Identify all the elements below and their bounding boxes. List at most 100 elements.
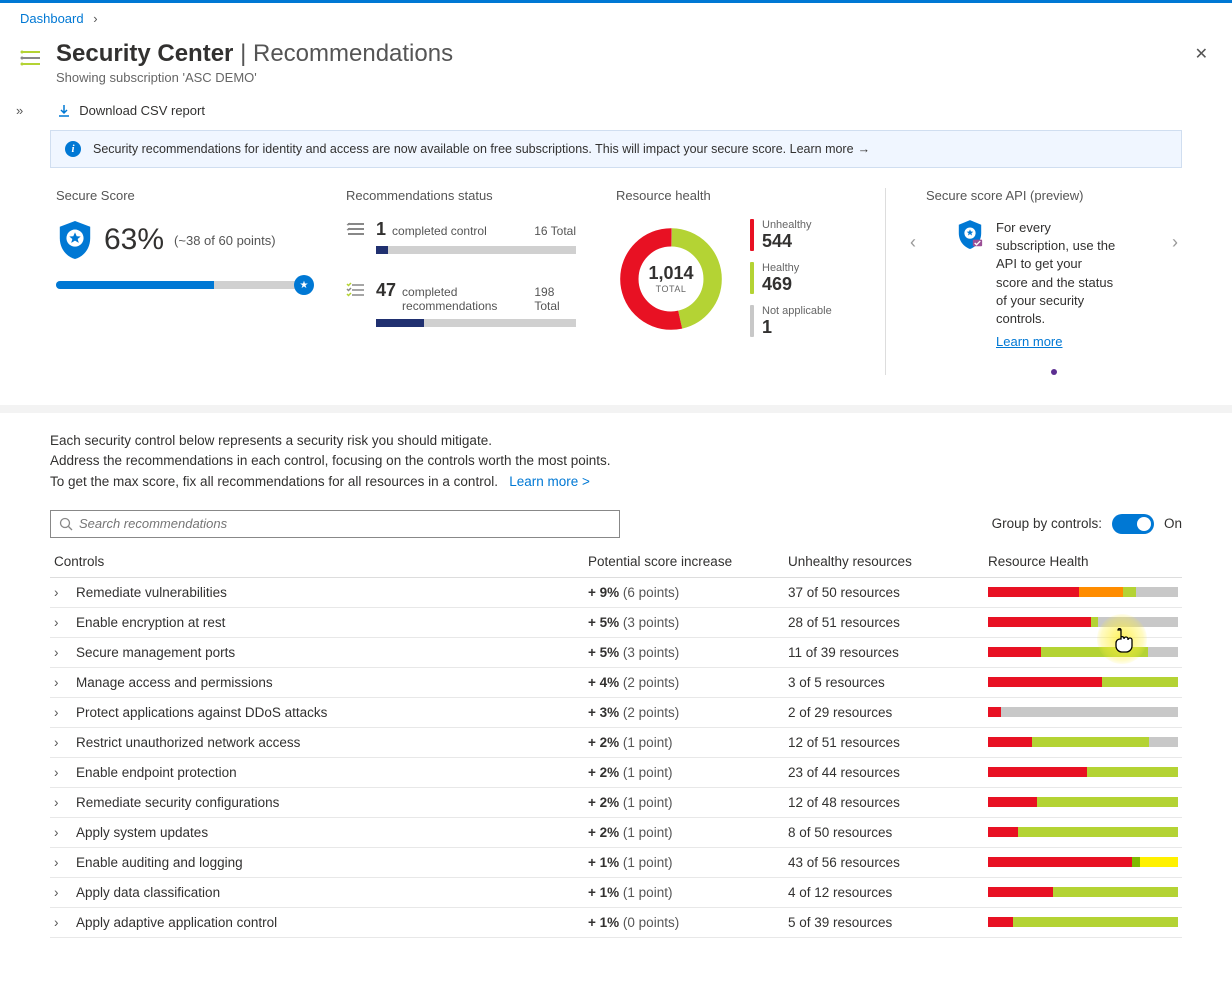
- group-toggle-state: On: [1164, 516, 1182, 531]
- control-name: Restrict unauthorized network access: [76, 735, 300, 750]
- rec-status-title: Recommendations status: [346, 188, 576, 203]
- recs-label: completed recommendations: [402, 285, 534, 313]
- recs-count: 47: [376, 280, 396, 301]
- psi-percent: + 1%: [588, 915, 619, 930]
- breadcrumb-dashboard[interactable]: Dashboard: [20, 11, 84, 26]
- col-unhealthy[interactable]: Unhealthy resources: [784, 546, 984, 578]
- psi-percent: + 1%: [588, 855, 619, 870]
- control-name: Enable auditing and logging: [76, 855, 243, 870]
- healthy-color-icon: [750, 262, 754, 294]
- control-row[interactable]: ›Remediate security configurations + 2% …: [50, 787, 1182, 817]
- legend-healthy: Healthy469: [750, 262, 832, 295]
- intro-text: Each security control below represents a…: [0, 413, 1232, 506]
- unhealthy-count: 28 of 51 resources: [784, 607, 984, 637]
- control-row[interactable]: ›Enable encryption at rest + 5% (3 point…: [50, 607, 1182, 637]
- control-row[interactable]: ›Enable endpoint protection + 2% (1 poin…: [50, 757, 1182, 787]
- health-bar: [988, 917, 1178, 927]
- breadcrumb: Dashboard ›: [0, 3, 1232, 34]
- psi-percent: + 5%: [588, 645, 619, 660]
- legend-na: Not applicable1: [750, 305, 832, 338]
- carousel-indicator: [1051, 369, 1057, 375]
- recommendations-status-card: Recommendations status 1 completed contr…: [346, 188, 576, 375]
- expand-icon[interactable]: »: [12, 101, 27, 120]
- control-name: Secure management ports: [76, 645, 235, 660]
- legend-unhealthy: Unhealthy544: [750, 219, 832, 252]
- control-name: Protect applications against DDoS attack…: [76, 705, 327, 720]
- psi-points: (6 points): [623, 585, 679, 600]
- section-divider: [0, 405, 1232, 413]
- info-icon: i: [65, 141, 81, 157]
- health-bar: [988, 677, 1178, 687]
- psi-points: (3 points): [623, 615, 679, 630]
- secure-score-bar: ★: [56, 281, 306, 289]
- group-by-controls-toggle: Group by controls: On: [992, 514, 1182, 534]
- search-icon: [59, 517, 73, 531]
- unhealthy-count: 43 of 56 resources: [784, 847, 984, 877]
- recs-total: 198 Total: [534, 285, 576, 313]
- psi-percent: + 1%: [588, 885, 619, 900]
- search-input[interactable]: [79, 516, 611, 531]
- control-row[interactable]: ›Protect applications against DDoS attac…: [50, 697, 1182, 727]
- psi-points: (1 point): [623, 855, 673, 870]
- health-bar: [988, 887, 1178, 897]
- control-row[interactable]: ›Secure management ports + 5% (3 points)…: [50, 637, 1182, 667]
- info-learn-more-link[interactable]: Learn more→: [790, 142, 870, 156]
- health-bar: [988, 647, 1178, 657]
- unhealthy-color-icon: [750, 219, 754, 251]
- secure-score-percent: 63%: [104, 223, 164, 257]
- col-psi[interactable]: Potential score increase: [584, 546, 784, 578]
- control-row[interactable]: ›Apply data classification + 1% (1 point…: [50, 877, 1182, 907]
- api-learn-more-link[interactable]: Learn more: [996, 334, 1116, 349]
- api-card-title: Secure score API (preview): [926, 188, 1182, 203]
- api-preview-card: Secure score API (preview) ‹ For every s…: [926, 188, 1182, 375]
- close-button[interactable]: ✕: [1191, 40, 1212, 68]
- toggle-switch[interactable]: [1112, 514, 1154, 534]
- security-center-icon: [20, 46, 44, 70]
- psi-points: (1 point): [623, 735, 673, 750]
- secure-score-title: Secure Score: [56, 188, 306, 203]
- donut-total-label: TOTAL: [656, 284, 687, 294]
- controls-label: completed control: [392, 224, 487, 238]
- psi-percent: + 9%: [588, 585, 619, 600]
- unhealthy-count: 4 of 12 resources: [784, 877, 984, 907]
- unhealthy-count: 11 of 39 resources: [784, 637, 984, 667]
- donut-total-value: 1,014: [648, 263, 693, 284]
- completed-control-icon: [346, 219, 366, 239]
- control-name: Remediate security configurations: [76, 795, 279, 810]
- page-title: Security Center | Recommendations: [56, 40, 453, 68]
- chevron-right-icon: ›: [54, 855, 70, 870]
- controls-table: Controls Potential score increase Unheal…: [50, 546, 1182, 938]
- carousel-prev-button[interactable]: ‹: [906, 228, 920, 257]
- download-csv-button[interactable]: Download CSV report: [57, 103, 205, 118]
- search-recommendations-box[interactable]: [50, 510, 620, 538]
- download-icon: [57, 104, 71, 118]
- control-row[interactable]: ›Apply adaptive application control + 1%…: [50, 907, 1182, 937]
- chevron-right-icon: ›: [54, 585, 70, 600]
- health-bar: [988, 587, 1178, 597]
- info-banner-text: Security recommendations for identity an…: [93, 142, 870, 156]
- health-bar: [988, 797, 1178, 807]
- control-name: Enable endpoint protection: [76, 765, 237, 780]
- unhealthy-count: 37 of 50 resources: [784, 577, 984, 607]
- chevron-right-icon: ›: [54, 645, 70, 660]
- intro-learn-more-link[interactable]: Learn more >: [509, 474, 590, 489]
- control-row[interactable]: ›Restrict unauthorized network access + …: [50, 727, 1182, 757]
- psi-points: (1 point): [623, 795, 673, 810]
- col-resource-health[interactable]: Resource Health: [984, 546, 1182, 578]
- carousel-next-button[interactable]: ›: [1168, 228, 1182, 257]
- control-row[interactable]: ›Remediate vulnerabilities + 9% (6 point…: [50, 577, 1182, 607]
- control-row[interactable]: ›Manage access and permissions + 4% (2 p…: [50, 667, 1182, 697]
- controls-bar: [376, 246, 576, 254]
- unhealthy-count: 8 of 50 resources: [784, 817, 984, 847]
- control-row[interactable]: ›Apply system updates + 2% (1 point) 8 o…: [50, 817, 1182, 847]
- shield-icon: [56, 219, 94, 261]
- psi-points: (0 points): [623, 915, 679, 930]
- controls-total: 16 Total: [534, 224, 576, 238]
- psi-percent: + 2%: [588, 735, 619, 750]
- col-controls[interactable]: Controls: [50, 546, 584, 578]
- control-row[interactable]: › Enable auditing and logging + 1% (1 poi…: [50, 847, 1182, 877]
- unhealthy-count: 2 of 29 resources: [784, 697, 984, 727]
- chevron-right-icon: ›: [54, 885, 70, 900]
- health-bar: [988, 857, 1178, 867]
- health-bar: [988, 617, 1178, 627]
